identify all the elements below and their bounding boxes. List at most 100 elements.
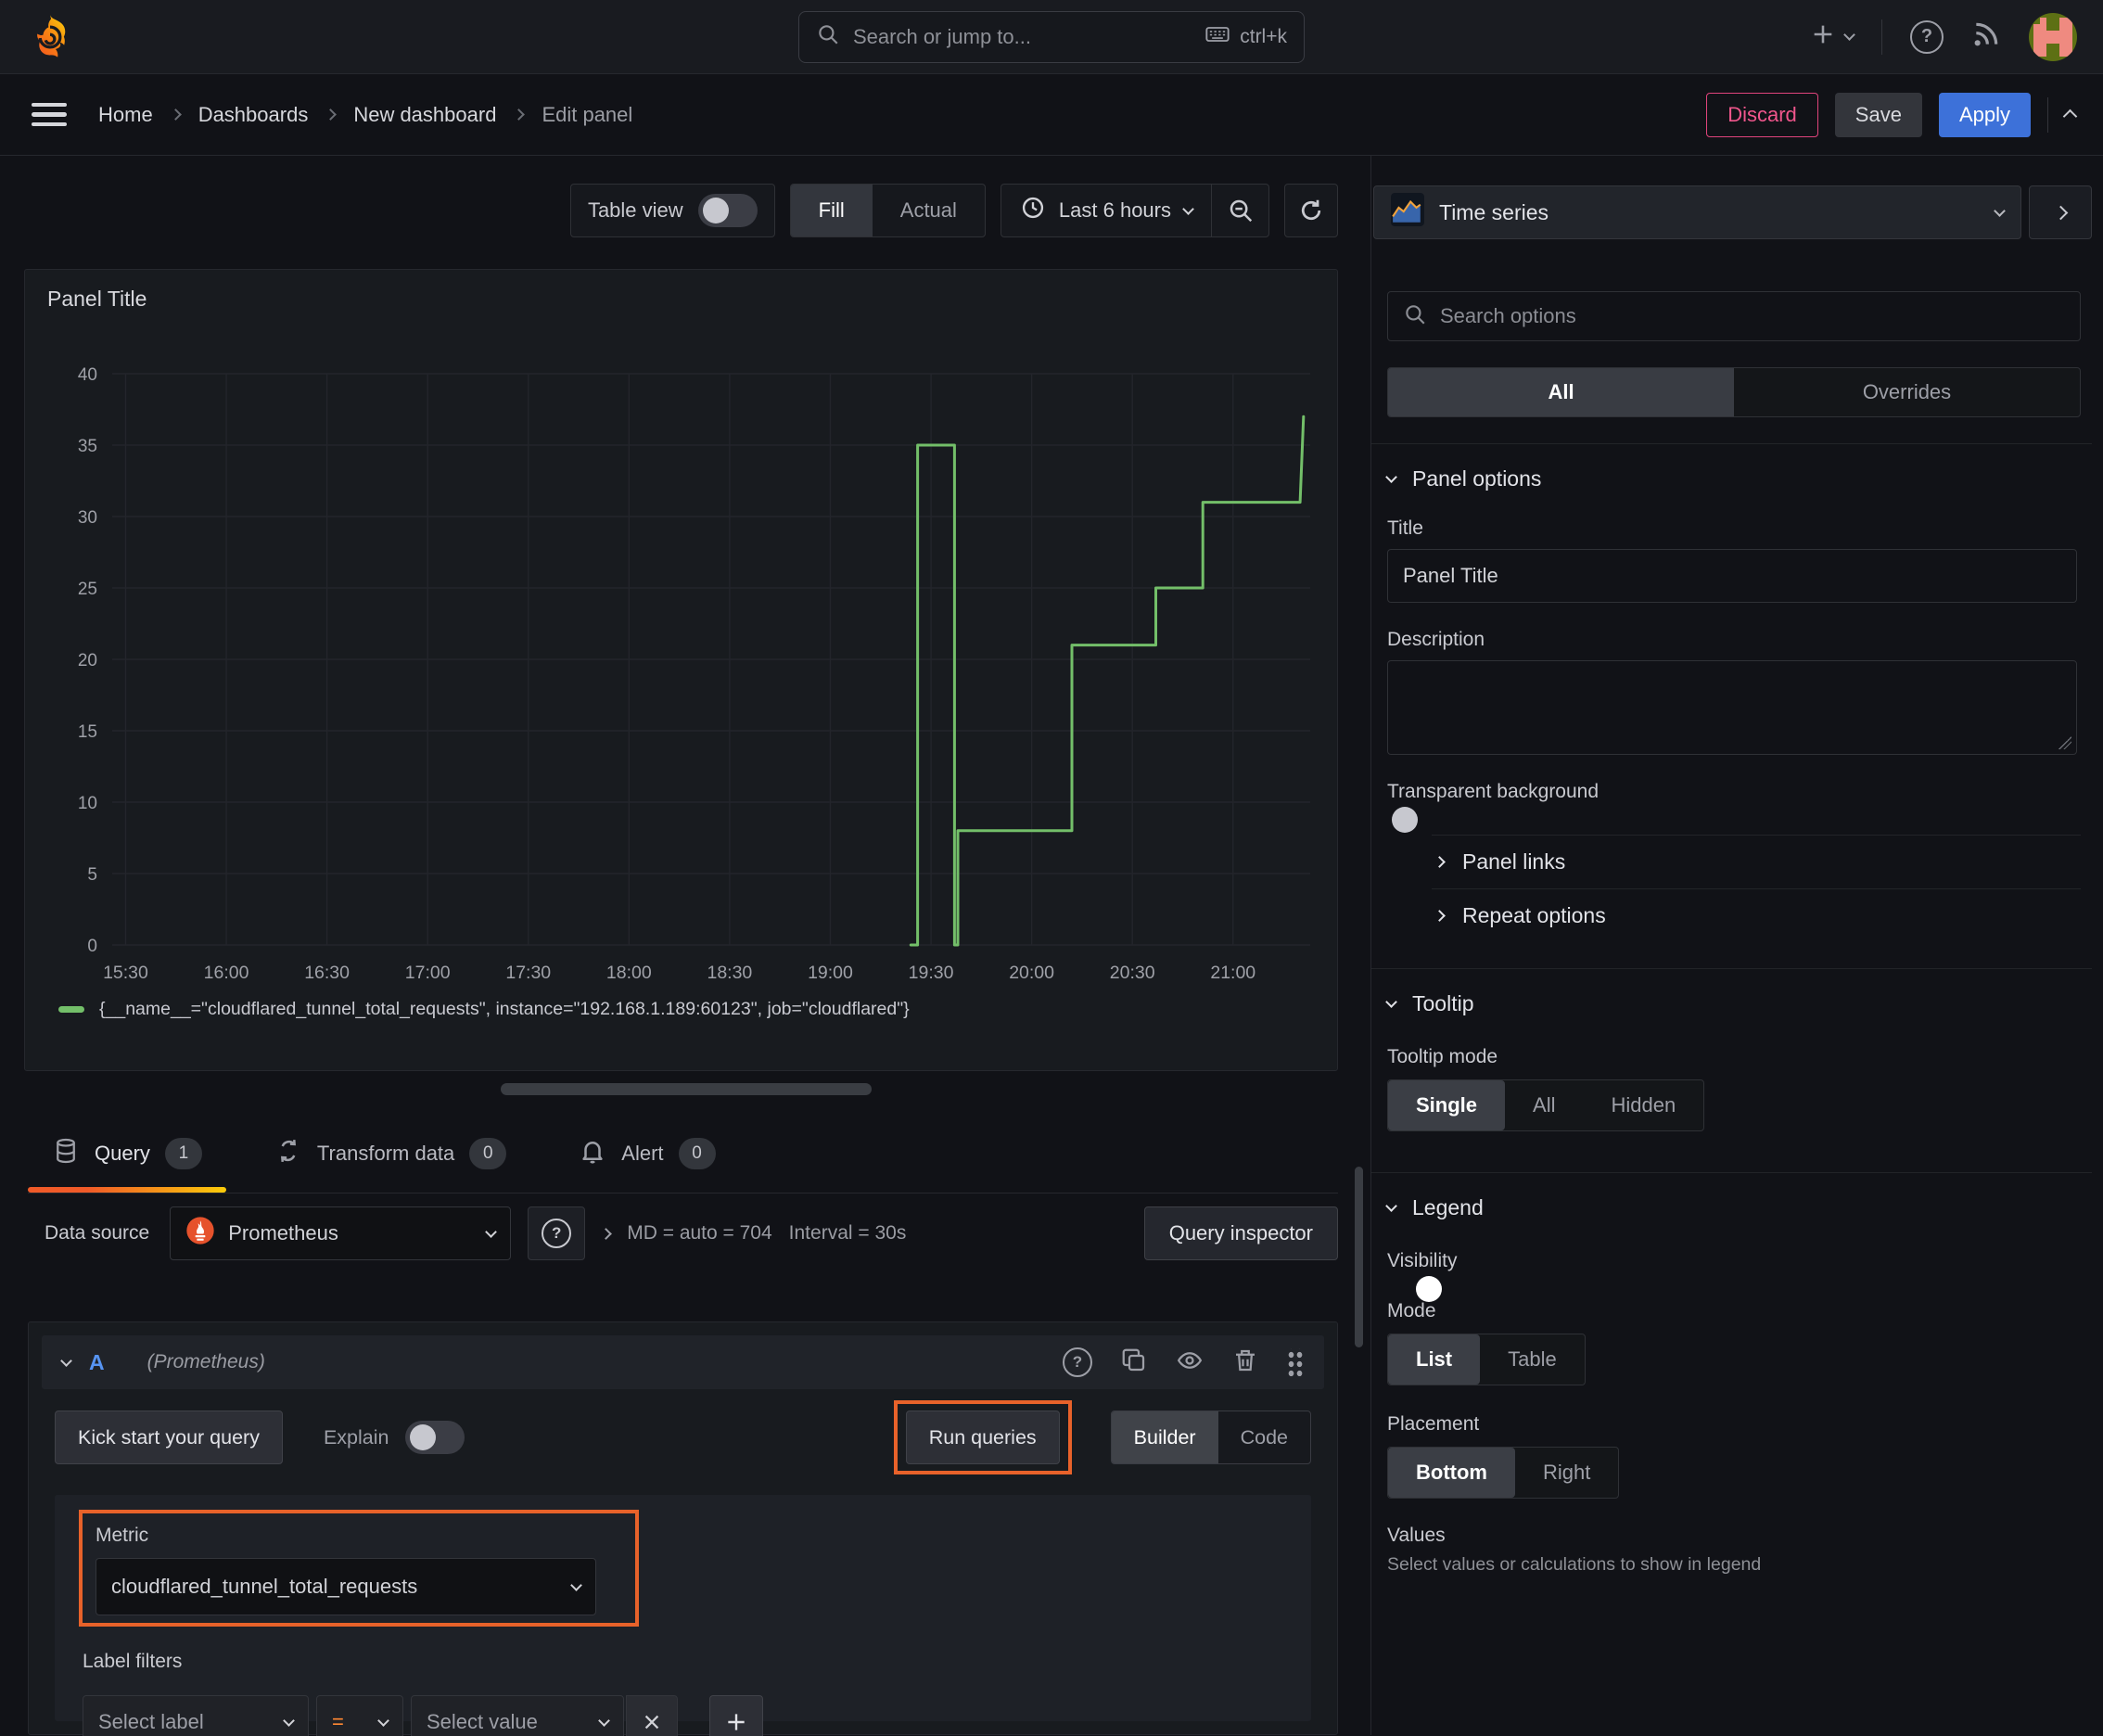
chevron-down-icon[interactable] [60,1354,72,1367]
repeat-options-section[interactable]: Repeat options [1432,888,2081,942]
menu-toggle-icon[interactable] [32,102,67,127]
placement-right-option[interactable]: Right [1515,1448,1618,1498]
options-search[interactable] [1387,291,2081,341]
legend-table-option[interactable]: Table [1480,1334,1585,1385]
breadcrumb-dashboards[interactable]: Dashboards [198,103,309,127]
run-queries-button[interactable]: Run queries [905,1410,1060,1464]
tab-alert[interactable]: Alert 0 [554,1114,739,1193]
clock-icon [1020,195,1046,226]
time-series-chart[interactable]: 0 5 10 15 20 25 30 35 40 15:30 16:00 16:30 17:00 17:3… [25,270,1339,1072]
news-rss-icon[interactable] [1971,19,2001,54]
global-search-input[interactable] [853,24,1192,49]
tab-transform-data[interactable]: Transform data 0 [250,1114,530,1193]
description-label: Description [1387,629,1485,650]
explain-toggle[interactable] [405,1421,465,1454]
visualization-row: Time series [1373,185,2092,239]
metric-select[interactable]: cloudflared_tunnel_total_requests [96,1558,596,1615]
placement-bottom-option[interactable]: Bottom [1388,1448,1515,1498]
panel-preview: Panel Title 0 5 10 15 20 25 30 35 40 15:30 16:00 16… [24,269,1338,1071]
table-view-toggle[interactable] [697,194,758,227]
metric-value: cloudflared_tunnel_total_requests [111,1575,418,1598]
breadcrumb: Home Dashboards New dashboard Edit panel [98,103,632,127]
svg-text:21:00: 21:00 [1210,963,1255,983]
chevron-down-icon [485,1225,498,1238]
panel-title-input[interactable] [1387,549,2077,603]
query-inspector-button[interactable]: Query inspector [1143,1206,1338,1260]
zoom-out-button[interactable] [1211,185,1268,236]
fill-option[interactable]: Fill [790,185,873,236]
duplicate-icon[interactable] [1120,1347,1148,1379]
select-label-dropdown[interactable]: Select label [83,1695,309,1736]
svg-text:19:30: 19:30 [909,963,954,983]
editor-tabs: Query 1 Transform data 0 Alert 0 [28,1114,1338,1194]
tooltip-hidden-option[interactable]: Hidden [1583,1080,1703,1130]
actual-option[interactable]: Actual [873,185,985,236]
drag-handle-icon[interactable] [1287,1348,1304,1376]
time-series-viz-icon [1391,193,1424,232]
eye-icon[interactable] [1176,1347,1204,1379]
svg-text:0: 0 [87,937,97,956]
refresh-button[interactable] [1284,184,1338,237]
panel-links-section[interactable]: Panel links [1432,835,2081,888]
svg-text:35: 35 [78,437,97,456]
kickstart-button[interactable]: Kick start your query [55,1410,283,1464]
builder-option[interactable]: Builder [1111,1411,1218,1463]
help-icon[interactable]: ? [1910,19,1944,54]
table-view-label: Table view [587,198,683,222]
tooltip-all-option[interactable]: All [1505,1080,1583,1130]
grafana-edit-panel-page: ctrl+k ? Home Dashboards New dashboard E… [0,0,2103,1736]
breadcrumb-new-dashboard[interactable]: New dashboard [353,103,496,127]
operator-dropdown[interactable]: = [316,1695,403,1736]
visualization-picker[interactable]: Time series [1373,185,2021,239]
global-search[interactable]: ctrl+k [798,10,1305,63]
legend-list-option[interactable]: List [1388,1334,1481,1385]
svg-text:30: 30 [78,508,97,528]
trash-icon[interactable] [1231,1347,1259,1379]
resize-handle[interactable] [501,1083,872,1095]
tooltip-single-option[interactable]: Single [1388,1080,1506,1130]
search-icon [1403,302,1427,331]
help-icon[interactable]: ? [1063,1347,1092,1377]
tooltip-section[interactable]: Tooltip [1385,991,2092,1016]
grafana-logo[interactable] [26,11,74,63]
code-option[interactable]: Code [1218,1411,1310,1463]
chevron-down-icon [1385,1200,1397,1212]
tab-alert-count: 0 [678,1137,716,1169]
chart-legend[interactable]: {__name__="cloudflared_tunnel_total_requ… [58,999,910,1020]
query-row-header[interactable]: A (Prometheus) ? [42,1335,1324,1389]
legend-section[interactable]: Legend [1385,1195,2092,1220]
collapse-options-icon[interactable] [2062,108,2078,124]
description-textarea[interactable] [1387,660,2077,755]
tab-all[interactable]: All [1388,368,1734,416]
panel-actions: Discard Save Apply [1706,92,2078,137]
chevron-right-icon [513,108,526,121]
chevron-right-icon[interactable] [600,1227,613,1240]
select-value-dropdown[interactable]: Select value [411,1695,624,1736]
apply-button[interactable]: Apply [1938,92,2031,137]
remove-filter-button[interactable] [626,1695,678,1736]
chevron-down-icon [570,1578,582,1591]
repeat-options-title: Repeat options [1462,903,1606,927]
tooltip-title: Tooltip [1412,991,1474,1015]
add-filter-button[interactable] [709,1695,763,1736]
datasource-help-button[interactable]: ? [528,1206,586,1260]
panel-options-section[interactable]: Panel options [1385,466,2092,491]
user-avatar[interactable] [2029,12,2077,61]
collapse-pane-button[interactable] [2029,185,2092,239]
time-range-picker[interactable]: Last 6 hours [1001,185,1211,236]
tab-overrides[interactable]: Overrides [1734,368,2080,416]
options-search-input[interactable] [1440,304,2065,328]
tab-query[interactable]: Query 1 [28,1114,226,1193]
scrollbar-thumb[interactable] [1355,1167,1363,1347]
save-button[interactable]: Save [1834,92,1922,137]
discard-button[interactable]: Discard [1706,92,1818,137]
tooltip-mode-label: Tooltip mode [1387,1046,1498,1067]
svg-text:18:00: 18:00 [606,963,652,983]
select-value-placeholder: Select value [427,1710,538,1733]
divider [1371,443,2092,444]
breadcrumb-home[interactable]: Home [98,103,153,127]
new-button[interactable] [1810,21,1855,52]
metric-highlight: Metric cloudflared_tunnel_total_requests [79,1510,639,1627]
chevron-down-icon [1182,202,1194,215]
datasource-picker[interactable]: Prometheus [170,1206,512,1260]
